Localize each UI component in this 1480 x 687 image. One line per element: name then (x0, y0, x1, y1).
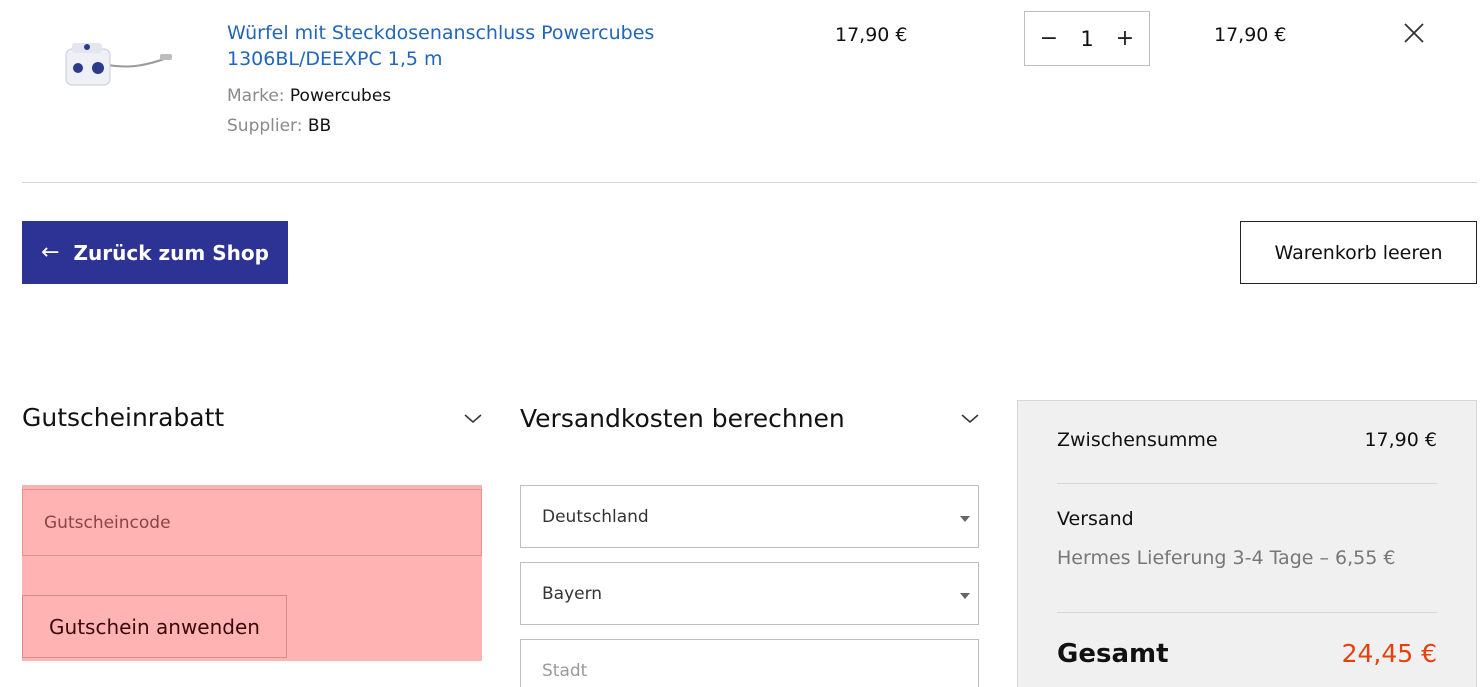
country-value: Deutschland (542, 506, 649, 527)
subtotal-label: Zwischensumme (1057, 429, 1218, 451)
product-title-line2: 1306BL/DEEXPC 1,5 m (227, 48, 443, 70)
unit-price: 17,90 € (835, 24, 908, 46)
apply-coupon-button[interactable]: Gutschein anwenden (22, 595, 287, 658)
qty-value[interactable]: 1 (1080, 27, 1093, 51)
product-title-line1: Würfel mit Steckdosenanschluss Powercube… (227, 22, 655, 44)
state-select[interactable]: Bayern (520, 562, 979, 625)
brand-row: Marke: Powercubes (227, 86, 391, 106)
brand-value: Powercubes (289, 86, 392, 106)
caret-down-icon (960, 593, 970, 599)
quantity-stepper[interactable]: − 1 + (1024, 11, 1150, 66)
total-row: Gesamt 24,45 € (1057, 639, 1437, 669)
subtotal-value: 17,90 € (1364, 429, 1437, 451)
back-to-shop-button[interactable]: ← Zurück zum Shop (22, 221, 288, 284)
coupon-code-input[interactable]: Gutscheincode (22, 489, 482, 556)
remove-item-button[interactable] (1401, 20, 1427, 46)
state-value: Bayern (542, 583, 603, 604)
caret-down-icon (960, 516, 970, 522)
divider (22, 182, 1477, 183)
supplier-value: BB (307, 116, 332, 136)
product-image[interactable] (60, 35, 175, 95)
line-total: 17,90 € (1214, 24, 1287, 46)
arrow-left-icon: ← (41, 240, 60, 265)
divider (1057, 483, 1437, 484)
chevron-down-icon[interactable] (961, 410, 979, 428)
powercube-image (65, 43, 172, 86)
shipping-method: Hermes Lieferung 3-4 Tage – 6,55 € (1057, 547, 1396, 569)
product-title-link[interactable]: Würfel mit Steckdosenanschluss Powercube… (227, 20, 687, 72)
shipping-calc-heading[interactable]: Versandkosten berechnen (520, 404, 845, 433)
qty-increase-button[interactable]: + (1113, 26, 1137, 51)
brand-label: Marke: (227, 86, 285, 106)
city-input[interactable]: Stadt (520, 639, 979, 687)
country-select[interactable]: Deutschland (520, 485, 979, 548)
supplier-row: Supplier: BB (227, 116, 331, 136)
chevron-down-icon[interactable] (464, 410, 482, 428)
qty-decrease-button[interactable]: − (1037, 26, 1061, 51)
back-to-shop-label: Zurück zum Shop (73, 240, 269, 265)
cart-totals: Zwischensumme 17,90 € Versand Hermes Lie… (1017, 400, 1477, 687)
coupon-heading[interactable]: Gutscheinrabatt (22, 403, 224, 432)
empty-cart-button[interactable]: Warenkorb leeren (1240, 221, 1477, 284)
divider (1057, 612, 1437, 613)
subtotal-row: Zwischensumme 17,90 € (1057, 429, 1437, 451)
close-icon (1404, 23, 1424, 43)
total-label: Gesamt (1057, 639, 1169, 669)
supplier-label: Supplier: (227, 116, 303, 136)
shipping-label: Versand (1057, 508, 1134, 530)
total-value: 24,45 € (1341, 639, 1437, 668)
